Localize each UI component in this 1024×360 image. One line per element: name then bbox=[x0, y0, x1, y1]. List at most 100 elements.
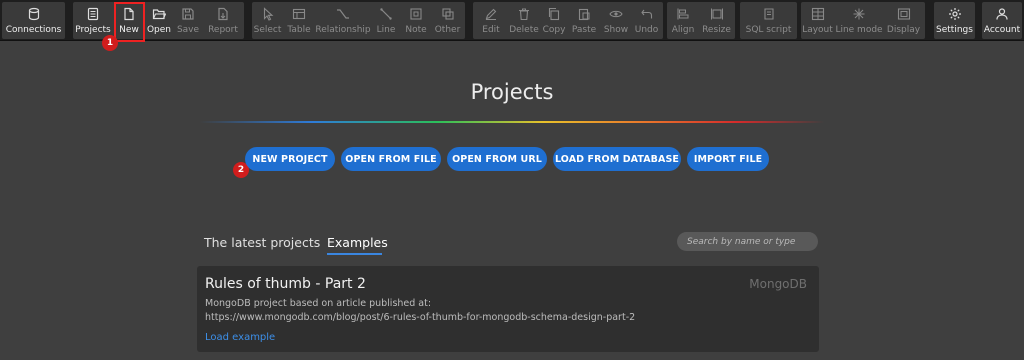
copy-button[interactable]: Copy bbox=[541, 2, 567, 39]
pencil-icon bbox=[484, 7, 498, 21]
new-button-highlight bbox=[114, 2, 145, 42]
table-icon bbox=[292, 7, 306, 21]
settings-button[interactable]: Settings bbox=[934, 2, 975, 39]
toolbar-group-arrange: Align Resize bbox=[667, 2, 735, 39]
page-title: Projects bbox=[470, 80, 554, 104]
user-icon bbox=[995, 7, 1009, 21]
align-button[interactable]: Align bbox=[667, 2, 699, 39]
connections-button[interactable]: Connections bbox=[2, 2, 65, 39]
load-from-database-button[interactable]: LOAD FROM DATABASE bbox=[553, 147, 681, 171]
card-description-line-1: MongoDB project based on article publish… bbox=[205, 298, 432, 309]
card-title: Rules of thumb - Part 2 bbox=[205, 276, 366, 292]
align-icon bbox=[676, 7, 690, 21]
display-icon bbox=[897, 7, 911, 21]
edit-button[interactable]: Edit bbox=[473, 2, 509, 39]
toolbar-group-insert: Select Table Relationship Line Note Othe… bbox=[252, 2, 465, 39]
undo-button[interactable]: Undo bbox=[632, 2, 661, 39]
other-icon bbox=[441, 7, 455, 21]
resize-label: Resize bbox=[702, 25, 731, 35]
show-label: Show bbox=[603, 25, 629, 35]
display-label: Display bbox=[886, 25, 921, 35]
connections-label: Connections bbox=[5, 25, 62, 35]
paste-button[interactable]: Paste bbox=[569, 2, 599, 39]
report-icon bbox=[216, 7, 230, 21]
sql-script-label: SQL script bbox=[745, 25, 792, 35]
relationship-button[interactable]: Relationship bbox=[315, 2, 371, 39]
search-input[interactable] bbox=[677, 232, 818, 251]
other-label: Other bbox=[434, 25, 461, 35]
report-label: Report bbox=[208, 25, 238, 35]
script-icon bbox=[762, 7, 776, 21]
delete-button[interactable]: Delete bbox=[509, 2, 539, 39]
new-project-button[interactable]: NEW PROJECT bbox=[245, 147, 335, 171]
trash-icon bbox=[517, 7, 531, 21]
table-label: Table bbox=[287, 25, 311, 35]
example-project-card[interactable]: Rules of thumb - Part 2 MongoDB MongoDB … bbox=[197, 266, 819, 352]
resize-icon bbox=[710, 7, 724, 21]
eye-icon bbox=[609, 7, 623, 21]
sql-script-button[interactable]: SQL script bbox=[740, 2, 797, 39]
align-label: Align bbox=[671, 25, 695, 35]
line-mode-icon bbox=[852, 7, 866, 21]
projects-button[interactable]: Projects bbox=[73, 2, 113, 39]
toolbar-group-connections: Connections bbox=[2, 2, 65, 39]
card-description-line-2: https://www.mongodb.com/blog/post/6-rule… bbox=[205, 312, 636, 323]
tab-examples[interactable]: Examples bbox=[327, 235, 388, 250]
open-from-url-button[interactable]: OPEN FROM URL bbox=[447, 147, 547, 171]
line-icon bbox=[379, 7, 393, 21]
load-example-link[interactable]: Load example bbox=[205, 332, 275, 343]
line-mode-button[interactable]: Line mode bbox=[835, 2, 883, 39]
paste-icon bbox=[577, 7, 591, 21]
save-button[interactable]: Save bbox=[174, 2, 202, 39]
account-button[interactable]: Account bbox=[982, 2, 1022, 39]
toolbar-group-sql: SQL script bbox=[740, 2, 797, 39]
tab-latest-projects[interactable]: The latest projects bbox=[204, 235, 320, 250]
copy-label: Copy bbox=[542, 25, 566, 35]
settings-label: Settings bbox=[936, 25, 973, 35]
gear-icon bbox=[948, 7, 962, 21]
relationship-icon bbox=[336, 7, 350, 21]
projects-icon bbox=[86, 7, 100, 21]
select-button[interactable]: Select bbox=[252, 2, 283, 39]
report-button[interactable]: Report bbox=[204, 2, 242, 39]
card-description: MongoDB project based on article publish… bbox=[205, 297, 635, 325]
layout-icon bbox=[811, 7, 825, 21]
other-button[interactable]: Other bbox=[432, 2, 463, 39]
step-marker-1: 1 bbox=[102, 35, 118, 51]
edit-label: Edit bbox=[482, 25, 500, 35]
layout-label: Layout bbox=[802, 25, 833, 35]
card-database-type: MongoDB bbox=[749, 277, 807, 291]
toolbar-group-edit: Edit Delete Copy Paste Show Undo bbox=[473, 2, 663, 39]
line-label: Line bbox=[376, 25, 396, 35]
save-icon bbox=[181, 7, 195, 21]
table-button[interactable]: Table bbox=[285, 2, 313, 39]
projects-label: Projects bbox=[75, 25, 111, 35]
display-button[interactable]: Display bbox=[884, 2, 923, 39]
import-file-button[interactable]: IMPORT FILE bbox=[687, 147, 769, 171]
copy-icon bbox=[547, 7, 561, 21]
title-divider bbox=[200, 121, 824, 123]
line-mode-label: Line mode bbox=[835, 25, 883, 35]
toolbar-group-project: Projects New Open Save Report bbox=[73, 2, 244, 39]
note-button[interactable]: Note bbox=[402, 2, 430, 39]
delete-label: Delete bbox=[509, 25, 539, 35]
save-label: Save bbox=[176, 25, 200, 35]
toolbar-group-view: Layout Line mode Display bbox=[801, 2, 925, 39]
undo-icon bbox=[640, 7, 654, 21]
line-button[interactable]: Line bbox=[373, 2, 399, 39]
select-label: Select bbox=[253, 25, 282, 35]
open-button[interactable]: Open bbox=[145, 2, 173, 39]
resize-button[interactable]: Resize bbox=[700, 2, 733, 39]
note-icon bbox=[409, 7, 423, 21]
show-button[interactable]: Show bbox=[602, 2, 630, 39]
folder-open-icon bbox=[152, 7, 166, 21]
open-from-file-button[interactable]: OPEN FROM FILE bbox=[341, 147, 441, 171]
undo-label: Undo bbox=[634, 25, 659, 35]
open-label: Open bbox=[146, 25, 172, 35]
note-label: Note bbox=[405, 25, 427, 35]
paste-label: Paste bbox=[571, 25, 597, 35]
account-label: Account bbox=[983, 25, 1021, 35]
toolbar-group-settings: Settings bbox=[934, 2, 975, 39]
layout-button[interactable]: Layout bbox=[801, 2, 834, 39]
active-tab-indicator bbox=[327, 253, 382, 255]
